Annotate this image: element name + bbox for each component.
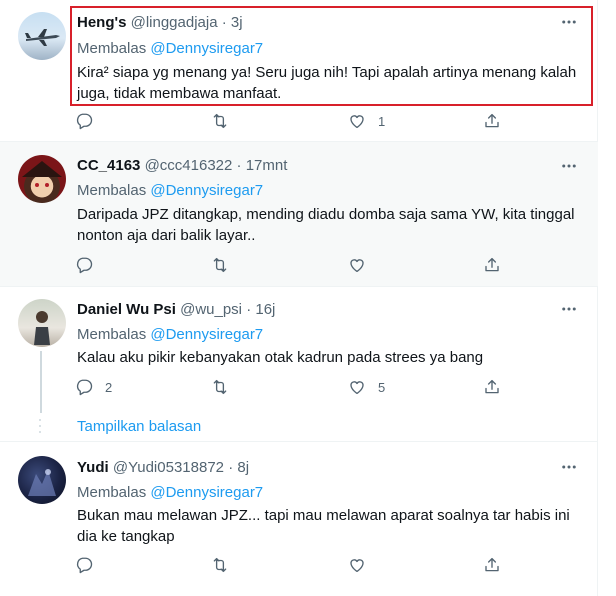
reply-icon xyxy=(75,378,93,396)
show-replies-link[interactable]: Tampilkan balasan xyxy=(77,418,201,435)
heart-icon xyxy=(348,256,366,274)
share-button[interactable] xyxy=(483,110,501,132)
retweet-icon xyxy=(211,256,229,274)
heart-icon xyxy=(348,378,366,396)
retweet-button[interactable] xyxy=(211,554,241,576)
thread-dots xyxy=(38,419,42,437)
replying-to: Membalas @Dennysiregar7 xyxy=(77,182,263,199)
tweet-heng[interactable]: Heng's @linggadjaja · 3j Membalas @Denny… xyxy=(0,0,598,142)
airplane-icon xyxy=(25,29,60,46)
highlight-box xyxy=(70,6,593,106)
avatar[interactable] xyxy=(18,299,66,347)
replying-to: Membalas @Dennysiregar7 xyxy=(77,326,263,343)
like-button[interactable] xyxy=(348,554,378,576)
tweet-actions: 1 xyxy=(75,110,515,132)
reply-icon xyxy=(75,556,93,574)
display-name[interactable]: Yudi xyxy=(77,459,109,476)
like-button[interactable]: 5 xyxy=(348,376,385,398)
reply-thread: Heng's @linggadjaja · 3j Membalas @Denny… xyxy=(0,0,598,596)
like-button[interactable] xyxy=(348,254,378,276)
share-button[interactable] xyxy=(483,554,501,576)
share-button[interactable] xyxy=(483,376,501,398)
tweet-text: Bukan mau melawan JPZ... tapi mau melawa… xyxy=(77,507,570,545)
tweet-cc4163[interactable]: CC_4163 @ccc416322 · 17mnt Membalas @Den… xyxy=(0,142,598,287)
display-name[interactable]: CC_4163 xyxy=(77,157,140,174)
tweet-header: Yudi @Yudi05318872 · 8j xyxy=(77,459,249,476)
retweet-icon xyxy=(211,112,229,130)
mention-link[interactable]: @Dennysiregar7 xyxy=(150,484,263,501)
separator: · xyxy=(228,459,234,476)
tweet-text: Kalau aku pikir kebanyakan otak kadrun p… xyxy=(77,349,484,366)
retweet-icon xyxy=(211,556,229,574)
reply-button[interactable]: 2 xyxy=(75,376,112,398)
tweet-actions xyxy=(75,254,515,276)
person-photo-icon xyxy=(34,311,50,345)
retweet-button[interactable] xyxy=(211,110,241,132)
separator: · xyxy=(236,157,242,174)
thread-line xyxy=(40,351,42,413)
tweet-text: Daripada JPZ ditangkap, mending diadu do… xyxy=(77,206,575,244)
user-handle[interactable]: @wu_psi xyxy=(180,301,242,318)
reply-count: 2 xyxy=(105,379,113,395)
retweet-icon xyxy=(211,378,229,396)
share-button[interactable] xyxy=(483,254,501,276)
tweet-actions xyxy=(75,554,515,576)
anime-character-icon xyxy=(22,161,62,187)
share-icon xyxy=(483,378,501,396)
mention-link[interactable]: @Dennysiregar7 xyxy=(150,326,263,343)
more-horizontal-icon[interactable] xyxy=(560,157,578,175)
mention-link[interactable]: @Dennysiregar7 xyxy=(150,182,263,199)
timestamp[interactable]: 8j xyxy=(237,459,249,476)
replying-to-label: Membalas xyxy=(77,326,147,343)
user-handle[interactable]: @Yudi05318872 xyxy=(113,459,224,476)
tweet-daniel[interactable]: Daniel Wu Psi @wu_psi · 16j Membalas @De… xyxy=(0,287,598,442)
share-icon xyxy=(483,112,501,130)
separator: · xyxy=(246,301,252,318)
dark-artwork-icon xyxy=(28,469,56,496)
reply-icon xyxy=(75,256,93,274)
tweet-yudi[interactable]: Yudi @Yudi05318872 · 8j Membalas @Dennys… xyxy=(0,442,598,596)
like-button[interactable]: 1 xyxy=(348,110,385,132)
share-icon xyxy=(483,556,501,574)
tweet-header: CC_4163 @ccc416322 · 17mnt xyxy=(77,157,287,174)
timestamp[interactable]: 16j xyxy=(255,301,275,318)
like-count: 5 xyxy=(378,379,386,395)
heart-icon xyxy=(348,556,366,574)
user-handle[interactable]: @ccc416322 xyxy=(145,157,233,174)
reply-button[interactable] xyxy=(75,110,105,132)
tweet-header: Daniel Wu Psi @wu_psi · 16j xyxy=(77,301,275,318)
reply-button[interactable] xyxy=(75,554,105,576)
avatar[interactable] xyxy=(18,12,66,60)
avatar[interactable] xyxy=(18,456,66,504)
replying-to-label: Membalas xyxy=(77,182,147,199)
avatar[interactable] xyxy=(18,155,66,203)
more-horizontal-icon[interactable] xyxy=(560,300,578,318)
retweet-button[interactable] xyxy=(211,254,241,276)
heart-icon xyxy=(348,112,366,130)
like-count: 1 xyxy=(378,113,386,129)
reply-icon xyxy=(75,112,93,130)
replying-to: Membalas @Dennysiregar7 xyxy=(77,484,263,501)
reply-button[interactable] xyxy=(75,254,105,276)
tweet-actions: 2 5 xyxy=(75,376,515,398)
more-horizontal-icon[interactable] xyxy=(560,458,578,476)
replying-to-label: Membalas xyxy=(77,484,147,501)
retweet-button[interactable] xyxy=(211,376,241,398)
display-name[interactable]: Daniel Wu Psi xyxy=(77,301,176,318)
timestamp[interactable]: 17mnt xyxy=(246,157,288,174)
share-icon xyxy=(483,256,501,274)
